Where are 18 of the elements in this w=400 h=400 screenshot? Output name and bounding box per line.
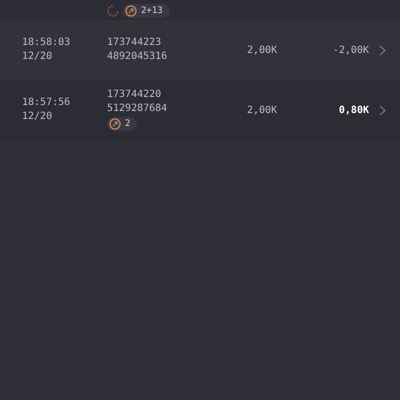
chevron-icon[interactable] <box>379 104 386 116</box>
time-text: 18:57:56 <box>22 97 72 109</box>
bet-badge: 2 <box>107 117 138 131</box>
bet-badge: 2+13 <box>123 4 170 18</box>
time-text: 18:58:03 <box>22 37 72 49</box>
coin-icon <box>109 118 121 130</box>
result-text: -2,00K <box>332 44 369 56</box>
amount-text: 2,00K <box>247 104 278 116</box>
date-text: 12/20 <box>22 111 54 123</box>
id-text: 173744223 <box>107 37 162 49</box>
date-text: 12/20 <box>22 51 54 63</box>
id-text: 173744220 <box>107 89 162 101</box>
result-text: 0,80K <box>338 104 369 116</box>
amount-text: 2,00K <box>247 44 278 56</box>
id-text: 4892045316 <box>107 51 168 63</box>
coin-icon <box>125 5 137 17</box>
chevron-icon[interactable] <box>379 44 386 56</box>
id-text: 5129287684 <box>107 103 168 115</box>
